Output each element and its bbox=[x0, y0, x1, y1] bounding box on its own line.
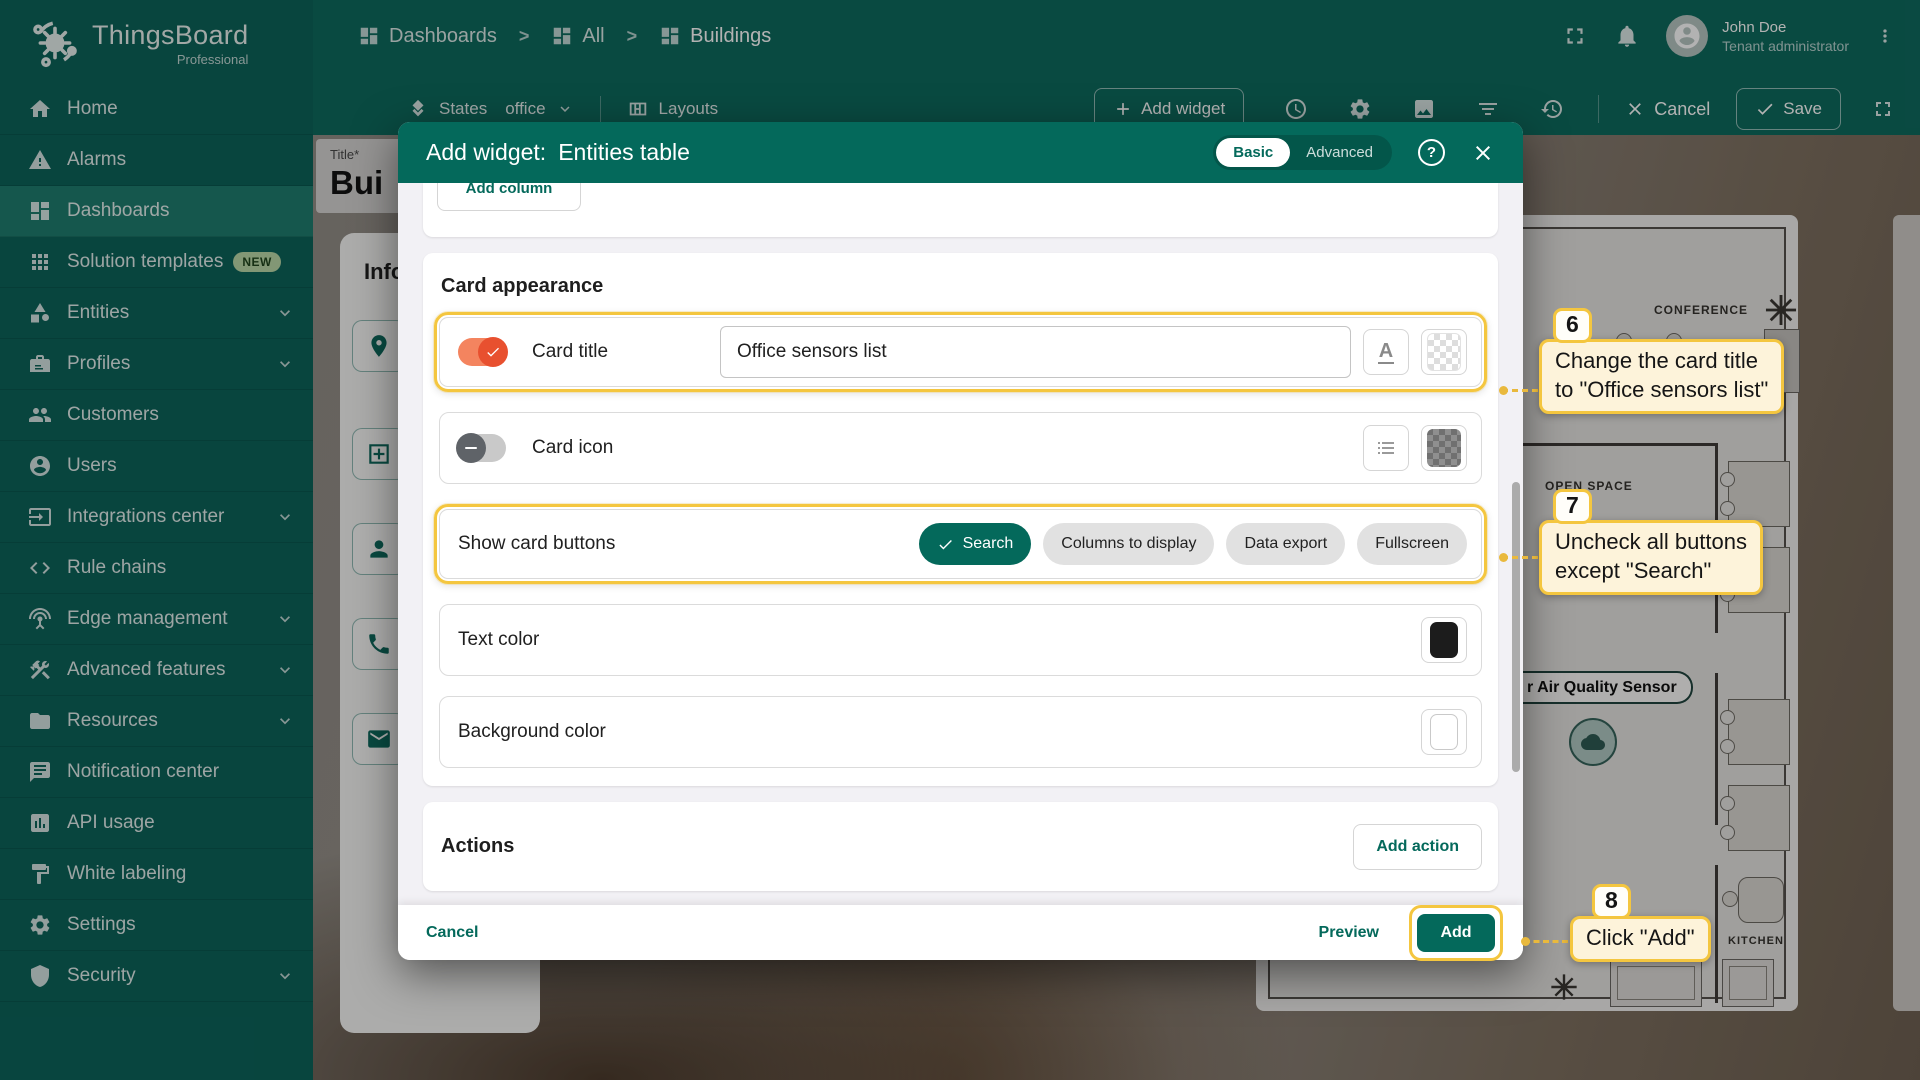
app-root: ThingsBoard Professional Home Alarms Das… bbox=[0, 0, 1920, 1080]
tab-advanced[interactable]: Advanced bbox=[1290, 144, 1389, 161]
annotation-callout-7: Uncheck all buttons except "Search" bbox=[1539, 520, 1763, 595]
annotation-step-badge-7: 7 bbox=[1553, 489, 1592, 524]
text-color-label: Text color bbox=[458, 629, 539, 651]
card-title-label: Card title bbox=[532, 341, 608, 363]
check-icon bbox=[485, 344, 501, 360]
title-color-button[interactable] bbox=[1421, 329, 1467, 375]
minus-icon bbox=[465, 447, 477, 450]
dialog-scrollbar[interactable] bbox=[1512, 482, 1520, 772]
close-dialog-icon[interactable] bbox=[1471, 141, 1495, 165]
show-card-buttons-label: Show card buttons bbox=[458, 533, 615, 555]
background-color-label: Background color bbox=[458, 721, 606, 743]
dialog-cancel-button[interactable]: Cancel bbox=[426, 924, 478, 942]
chip-label: Data export bbox=[1244, 535, 1327, 553]
add-widget-dialog: Add widget: Entities table Basic Advance… bbox=[398, 122, 1523, 960]
icon-picker-button[interactable] bbox=[1363, 425, 1409, 471]
annotation-connector-8 bbox=[1524, 940, 1568, 943]
callout-text: Change the card title bbox=[1555, 346, 1768, 375]
callout-text: Uncheck all buttons bbox=[1555, 527, 1747, 556]
help-button[interactable]: ? bbox=[1418, 139, 1445, 166]
card-appearance-section: Card appearance Card title A Card icon bbox=[423, 253, 1498, 786]
background-color-row: Background color bbox=[439, 696, 1482, 768]
chip-label: Search bbox=[963, 535, 1014, 553]
list-icon bbox=[1374, 436, 1398, 460]
dialog-title-prefix: Add widget: bbox=[426, 139, 546, 166]
card-buttons-chips: Search Columns to display Data export Fu… bbox=[919, 523, 1467, 565]
chip-data-export[interactable]: Data export bbox=[1226, 523, 1345, 565]
check-icon bbox=[937, 536, 954, 553]
white-color-swatch bbox=[1430, 714, 1458, 750]
card-icon-label: Card icon bbox=[532, 437, 613, 459]
dialog-footer: Cancel Preview Add bbox=[398, 905, 1523, 960]
annotation-ring-card-title: Card title A bbox=[434, 312, 1487, 392]
dialog-title-name: Entities table bbox=[558, 139, 690, 166]
annotation-callout-6: Change the card title to "Office sensors… bbox=[1539, 339, 1784, 414]
annotation-step-badge-8: 8 bbox=[1592, 884, 1631, 919]
add-action-button[interactable]: Add action bbox=[1353, 824, 1482, 870]
text-color-button[interactable] bbox=[1421, 617, 1467, 663]
chip-label: Fullscreen bbox=[1375, 535, 1449, 553]
columns-section-clipped: Add column bbox=[423, 183, 1498, 237]
card-title-row: Card title A bbox=[439, 317, 1482, 387]
tab-basic[interactable]: Basic bbox=[1216, 138, 1290, 167]
show-card-buttons-row: Show card buttons Search Columns to disp… bbox=[439, 509, 1482, 579]
background-color-button[interactable] bbox=[1421, 709, 1467, 755]
add-column-button[interactable]: Add column bbox=[437, 183, 581, 211]
card-icon-toggle[interactable] bbox=[458, 434, 506, 462]
annotation-callout-8: Click "Add" bbox=[1570, 916, 1711, 962]
actions-section: Actions Add action bbox=[423, 802, 1498, 891]
chip-fullscreen[interactable]: Fullscreen bbox=[1357, 523, 1467, 565]
transparent-color-swatch bbox=[1427, 333, 1461, 371]
dialog-body: Add column Card appearance Card title A … bbox=[398, 183, 1523, 905]
text-color-row: Text color bbox=[439, 604, 1482, 676]
card-appearance-heading: Card appearance bbox=[439, 269, 1482, 298]
preview-button[interactable]: Preview bbox=[1319, 924, 1379, 942]
annotation-connector-7 bbox=[1502, 556, 1538, 559]
dialog-header: Add widget: Entities table Basic Advance… bbox=[398, 122, 1523, 183]
chip-columns-to-display[interactable]: Columns to display bbox=[1043, 523, 1214, 565]
black-color-swatch bbox=[1430, 622, 1458, 658]
card-title-input[interactable] bbox=[720, 326, 1351, 378]
callout-text: to "Office sensors list" bbox=[1555, 375, 1768, 404]
transparent-color-swatch-dark bbox=[1427, 429, 1461, 467]
card-title-toggle[interactable] bbox=[458, 338, 506, 366]
chip-label: Columns to display bbox=[1061, 535, 1196, 553]
basic-advanced-toggle: Basic Advanced bbox=[1213, 135, 1392, 170]
add-button[interactable]: Add bbox=[1417, 914, 1495, 952]
annotation-step-badge-6: 6 bbox=[1553, 308, 1592, 343]
callout-text: except "Search" bbox=[1555, 556, 1747, 585]
actions-heading: Actions bbox=[441, 835, 514, 858]
font-settings-button[interactable]: A bbox=[1363, 329, 1409, 375]
icon-color-button[interactable] bbox=[1421, 425, 1467, 471]
font-icon: A bbox=[1378, 341, 1394, 364]
card-icon-row: Card icon bbox=[439, 412, 1482, 484]
callout-text: Click "Add" bbox=[1586, 923, 1695, 952]
annotation-ring-card-buttons: Show card buttons Search Columns to disp… bbox=[434, 504, 1487, 584]
annotation-connector-6 bbox=[1502, 389, 1538, 392]
chip-search[interactable]: Search bbox=[919, 523, 1032, 565]
